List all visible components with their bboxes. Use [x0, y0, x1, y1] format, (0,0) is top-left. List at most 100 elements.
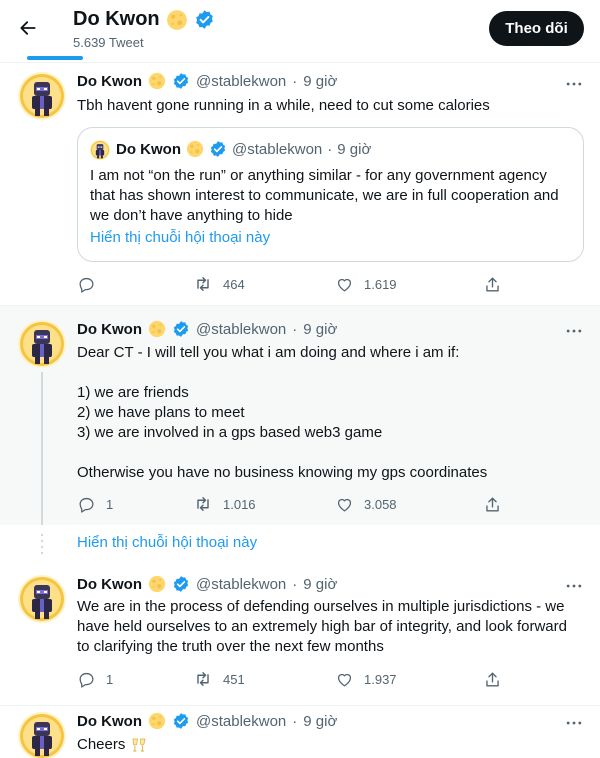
- separator-dot: ·: [292, 575, 298, 593]
- clinking-glasses-icon: [132, 738, 145, 752]
- verified-badge-icon: [209, 140, 227, 158]
- tweet[interactable]: Do Kwon @stablekwon · 9 giờ We are in th…: [0, 565, 600, 705]
- retweet-count: 451: [223, 671, 245, 687]
- follow-button[interactable]: Theo dõi: [489, 11, 584, 46]
- like-icon: [335, 495, 354, 514]
- author-name[interactable]: Do Kwon: [77, 321, 142, 338]
- reply-count: 1: [106, 671, 114, 687]
- tweet-time[interactable]: 9 giờ: [303, 321, 337, 338]
- tweet[interactable]: Do Kwon @stablekwon · 9 giờ Dear CT - I …: [0, 306, 600, 525]
- share-icon: [483, 275, 502, 294]
- avatar[interactable]: [18, 72, 66, 120]
- author-name[interactable]: Do Kwon: [77, 576, 142, 593]
- more-button[interactable]: [562, 576, 586, 596]
- verified-badge-icon: [194, 9, 215, 30]
- full-moon-icon: [166, 9, 188, 31]
- tweet-text: We are in the process of defending ourse…: [77, 598, 567, 655]
- tweet-time[interactable]: 9 giờ: [303, 713, 337, 730]
- author-handle: @stablekwon: [232, 140, 323, 158]
- retweet-button[interactable]: 1.016: [193, 493, 256, 515]
- verified-badge-icon: [172, 575, 190, 593]
- author-handle[interactable]: @stablekwon: [196, 73, 286, 90]
- avatar[interactable]: [18, 320, 66, 368]
- author-name[interactable]: Do Kwon: [77, 713, 142, 730]
- quoted-tweet-text: I am not “on the run” or anything simila…: [90, 167, 559, 224]
- tweet-header: Do Kwon @stablekwon · 9 giờ: [77, 72, 337, 90]
- avatar[interactable]: [18, 712, 66, 758]
- tweet-text-content: Cheers: [77, 736, 126, 753]
- avatar: [90, 140, 110, 160]
- tweet-header: Do Kwon @stablekwon · 9 giờ: [77, 320, 337, 338]
- full-moon-icon: [148, 72, 166, 90]
- tweet[interactable]: Do Kwon @stablekwon · 9 giờ Cheers: [0, 706, 600, 758]
- like-count: 3.058: [364, 496, 397, 512]
- full-moon-icon: [186, 140, 204, 158]
- back-button[interactable]: [12, 12, 44, 44]
- author-handle[interactable]: @stablekwon: [196, 321, 286, 338]
- more-icon: [564, 321, 584, 341]
- like-button[interactable]: 1.937: [335, 668, 397, 690]
- tweet-actions: 1 451 1.937: [77, 668, 507, 690]
- more-button[interactable]: [562, 74, 586, 94]
- like-icon: [335, 275, 354, 294]
- reply-icon: [77, 495, 96, 514]
- more-icon: [564, 576, 584, 596]
- separator-dot: ·: [327, 140, 333, 158]
- profile-header: Do Kwon 5.639 Tweet Theo dõi: [0, 0, 600, 64]
- retweet-count: 1.016: [223, 496, 256, 512]
- verified-badge-icon: [172, 320, 190, 338]
- retweet-button[interactable]: 451: [193, 668, 245, 690]
- reply-count: 1: [106, 496, 114, 512]
- separator-dot: ·: [292, 72, 298, 90]
- like-count: 1.619: [364, 276, 397, 292]
- author-handle[interactable]: @stablekwon: [196, 576, 286, 593]
- tweet[interactable]: Do Kwon @stablekwon · 9 giờ Tbh havent g…: [0, 64, 600, 305]
- separator-dot: ·: [292, 320, 298, 338]
- full-moon-icon: [148, 575, 166, 593]
- avatar-image: [18, 72, 66, 120]
- back-arrow-icon: [20, 21, 36, 35]
- tweet-time[interactable]: 9 giờ: [303, 73, 337, 90]
- full-moon-icon: [148, 320, 166, 338]
- tweet-actions: 464 1.619: [77, 273, 507, 295]
- tweet-text: Tbh havent gone running in a while, need…: [77, 97, 490, 114]
- retweet-button[interactable]: 464: [193, 273, 245, 295]
- reply-button[interactable]: 1: [77, 493, 113, 515]
- like-count: 1.937: [364, 671, 397, 687]
- share-icon: [483, 495, 502, 514]
- show-thread-link[interactable]: Hiển thị chuỗi hội thoại này: [77, 534, 257, 551]
- avatar[interactable]: [18, 575, 66, 623]
- reply-icon: [77, 670, 96, 689]
- reply-button[interactable]: 1: [77, 668, 113, 690]
- avatar-image: [18, 712, 66, 758]
- active-tab-indicator: [27, 56, 83, 60]
- tweet-text: Cheers: [77, 735, 582, 755]
- more-button[interactable]: [562, 321, 586, 341]
- tweet-header: Do Kwon @stablekwon · 9 giờ: [77, 712, 337, 730]
- share-button[interactable]: [483, 668, 502, 690]
- like-button[interactable]: 1.619: [335, 273, 397, 295]
- tweet-time[interactable]: 9 giờ: [303, 576, 337, 593]
- retweet-icon: [193, 274, 213, 294]
- profile-name: Do Kwon: [73, 8, 160, 30]
- share-button[interactable]: [483, 493, 502, 515]
- show-thread-link[interactable]: Hiển thị chuỗi hội thoại này: [90, 229, 270, 246]
- tweet-actions: 1 1.016 3.058: [77, 493, 507, 515]
- like-button[interactable]: 3.058: [335, 493, 397, 515]
- author-name[interactable]: Do Kwon: [77, 73, 142, 90]
- thread-connector: [41, 372, 43, 525]
- verified-badge-icon: [172, 72, 190, 90]
- full-moon-icon: [148, 712, 166, 730]
- retweet-icon: [193, 669, 213, 689]
- more-button[interactable]: [562, 713, 586, 733]
- author-handle[interactable]: @stablekwon: [196, 713, 286, 730]
- retweet-icon: [193, 494, 213, 514]
- quoted-tweet[interactable]: Do Kwon @stablekwon · 9 giờ I am not “on…: [77, 127, 584, 262]
- reply-button[interactable]: [77, 273, 106, 295]
- divider: [0, 62, 600, 63]
- retweet-count: 464: [223, 276, 245, 292]
- share-button[interactable]: [483, 273, 502, 295]
- more-icon: [564, 713, 584, 733]
- verified-badge-icon: [172, 712, 190, 730]
- tweet-count: 5.639 Tweet: [73, 35, 144, 50]
